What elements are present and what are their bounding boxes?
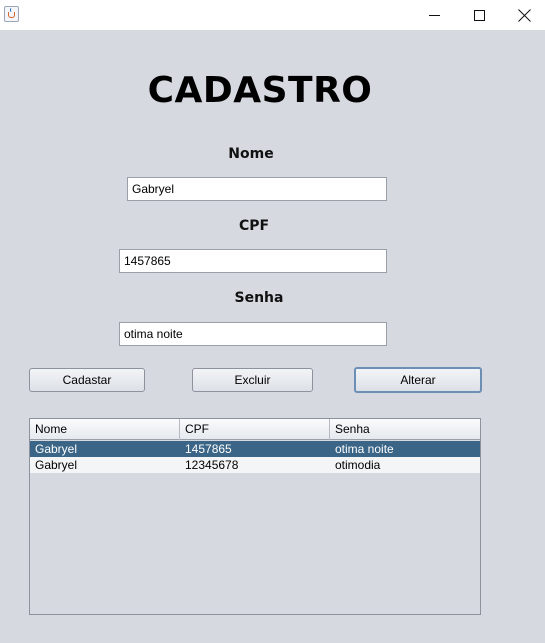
excluir-button[interactable]: Excluir	[192, 368, 313, 392]
senha-label: Senha	[234, 290, 284, 306]
cell-senha: otimodia	[335, 458, 381, 472]
cell-nome: Gabryel	[35, 458, 78, 472]
alterar-button[interactable]: Alterar	[354, 367, 482, 393]
cadastrar-button[interactable]: Cadastar	[29, 368, 145, 392]
minimize-icon	[428, 14, 440, 16]
cell-cpf: 12345678	[185, 458, 239, 472]
page-title: CADASTRO	[147, 70, 373, 111]
nome-label: Nome	[228, 146, 274, 162]
nome-input[interactable]	[127, 177, 387, 201]
senha-input[interactable]	[119, 322, 387, 346]
close-button[interactable]	[501, 0, 545, 30]
table-header: Nome CPF Senha	[30, 419, 480, 440]
column-header-nome[interactable]: Nome	[30, 419, 180, 440]
maximize-icon	[473, 9, 485, 21]
table-row[interactable]: Gabryel 12345678 otimodia	[30, 457, 480, 473]
cell-nome: Gabryel	[35, 442, 78, 456]
cell-senha: otima noite	[335, 442, 394, 456]
cpf-input[interactable]	[119, 249, 387, 273]
table-row[interactable]: Gabryel 1457865 otima noite	[30, 441, 480, 457]
column-header-senha[interactable]: Senha	[330, 419, 480, 440]
cpf-label: CPF	[238, 218, 270, 234]
java-cup-icon	[4, 6, 19, 22]
minimize-button[interactable]	[411, 0, 457, 30]
cell-cpf: 1457865	[185, 442, 232, 456]
maximize-button[interactable]	[456, 0, 502, 30]
users-table[interactable]: Nome CPF Senha Gabryel 1457865 otima noi…	[29, 418, 481, 615]
close-icon	[518, 9, 531, 22]
column-header-cpf[interactable]: CPF	[180, 419, 330, 440]
window-titlebar	[0, 0, 545, 30]
